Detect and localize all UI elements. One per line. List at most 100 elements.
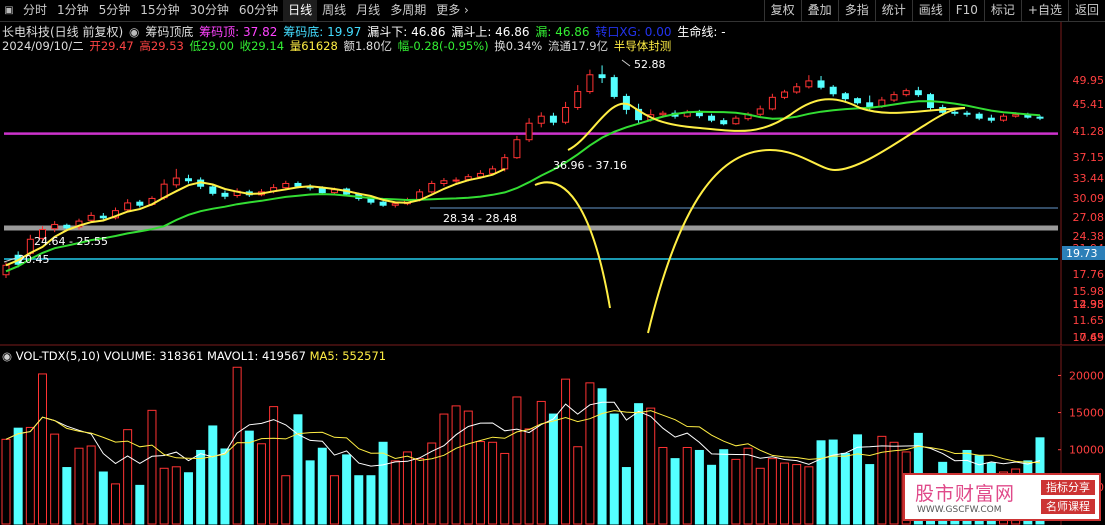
candle-body (805, 80, 813, 88)
volume-bar (561, 378, 571, 525)
watermark-badge-share: 指标分享 (1041, 480, 1095, 495)
candle-body (671, 112, 679, 117)
volume-bars (1, 366, 1045, 525)
volume-bar (37, 373, 47, 525)
current-price-tag: 19.73 (1066, 247, 1098, 260)
candle-body (878, 99, 886, 108)
quote-change: 幅-0.28(-0.95%) (397, 39, 489, 53)
quote-float: 流通17.9亿 (548, 39, 609, 53)
volume-bar (402, 451, 412, 525)
overlay-button[interactable]: 叠加 (800, 0, 838, 21)
tab-1min[interactable]: 1分钟 (52, 0, 94, 21)
candle-body (452, 179, 460, 182)
price-tick-label: 7.65 (1080, 331, 1105, 344)
candle-body (75, 220, 83, 228)
volume-bar (183, 472, 193, 525)
tab-60min[interactable]: 60分钟 (234, 0, 283, 21)
tab-15min[interactable]: 15分钟 (135, 0, 184, 21)
volume-bar (731, 458, 741, 525)
multi-indicator-button[interactable]: 多指 (837, 0, 875, 21)
volume-indicator-name[interactable]: VOL-TDX(5,10) (16, 349, 100, 363)
candle-body (99, 215, 107, 219)
volume-bar (755, 467, 765, 525)
tab-monthly[interactable]: 月线 (351, 0, 385, 21)
price-tick-label: 10.49 (1073, 331, 1105, 344)
mark-button[interactable]: 标记 (983, 0, 1021, 21)
price-tick-label: 21.94 (1073, 242, 1105, 255)
volume-bar (342, 454, 352, 525)
candle-body (525, 122, 533, 141)
candle-body (549, 115, 557, 123)
candle-body (197, 179, 205, 187)
volume-bar (86, 445, 96, 525)
volume-bar (500, 452, 510, 525)
candle-body (732, 117, 740, 125)
tab-fenshi[interactable]: 分时 (18, 0, 52, 21)
candle-body (890, 94, 898, 101)
volume-bar (390, 460, 400, 525)
volume-bar (792, 464, 802, 525)
statistics-button[interactable]: 统计 (874, 0, 912, 21)
dip-right (647, 107, 966, 334)
period-toolbar: ▣ 分时 1分钟 5分钟 15分钟 30分钟 60分钟 日线 周线 月线 多周期… (0, 0, 1105, 22)
range-label-1: 36.96 - 37.16 (553, 159, 627, 172)
f10-button[interactable]: F10 (948, 0, 984, 21)
price-tick-label: 11.65 (1073, 314, 1105, 327)
right-toolbar: 复权 叠加 多指 统计 画线 F10 标记 +自选 返回 (763, 0, 1105, 21)
add-watchlist-button[interactable]: +自选 (1020, 0, 1068, 21)
price-tick-label: 14.38 (1073, 298, 1105, 311)
quote-sector[interactable]: 半导体封测 (614, 39, 672, 53)
candle-body (744, 113, 752, 120)
volume-bar (98, 471, 108, 525)
candle-body (1012, 114, 1020, 117)
price-tick-label: 24.38 (1073, 230, 1105, 243)
restore-rights-button[interactable]: 复权 (763, 0, 801, 21)
candle-body (1036, 116, 1044, 119)
volume-bar (634, 403, 644, 525)
candle-body (647, 114, 655, 121)
volume-bar (804, 466, 814, 525)
volume-bar (378, 441, 388, 525)
candle-body (403, 199, 411, 205)
candle-body (489, 168, 497, 174)
tab-5min[interactable]: 5分钟 (94, 0, 136, 21)
candle-body (124, 202, 132, 211)
candle-body (330, 189, 338, 194)
tab-30min[interactable]: 30分钟 (185, 0, 234, 21)
tab-more[interactable]: 更多 › (431, 0, 474, 21)
layout-icon[interactable]: ▣ (2, 4, 16, 18)
fast-line-right (567, 98, 966, 151)
candle-body (245, 191, 253, 196)
candle-body (501, 157, 509, 170)
volume-bar (621, 467, 631, 525)
price-tick-label: 33.44 (1073, 172, 1105, 185)
price-tick-label: 45.41 (1073, 98, 1105, 111)
quote-open: 开29.47 (89, 39, 134, 53)
indicator-settings-icon[interactable]: ◉ (129, 25, 139, 39)
volume-bar (840, 452, 850, 525)
candle-body (914, 90, 922, 96)
volume-header: ◉ VOL-TDX(5,10) VOLUME: 318361 MAVOL1: 4… (2, 349, 386, 363)
candle-body (367, 197, 375, 203)
candle-body (817, 80, 825, 88)
volume-bar (439, 413, 449, 525)
tab-daily[interactable]: 日线 (283, 0, 318, 21)
candle-body (586, 74, 594, 93)
candle-body (476, 172, 484, 178)
back-button[interactable]: 返回 (1067, 0, 1105, 21)
kline-chart[interactable]: 52.88 36.96 - 37.16 28.34 - 28.48 24.64 - 2… (0, 0, 1105, 525)
volume-indicator-icon[interactable]: ◉ (2, 349, 12, 363)
indicator-name[interactable]: 筹码顶底 (145, 25, 193, 39)
volume-tick-label: 20000 (1069, 369, 1104, 382)
volume-bar (159, 467, 169, 525)
candle-body (854, 98, 862, 104)
volume-bar (256, 443, 266, 525)
tab-multi-period[interactable]: 多周期 (385, 0, 431, 21)
tab-weekly[interactable]: 周线 (317, 0, 351, 21)
candle-body (622, 95, 630, 110)
draw-line-button[interactable]: 画线 (911, 0, 949, 21)
candle-body (184, 178, 192, 182)
volume-bar (658, 446, 668, 525)
candle-body (829, 86, 837, 95)
volume-bar (573, 446, 583, 525)
